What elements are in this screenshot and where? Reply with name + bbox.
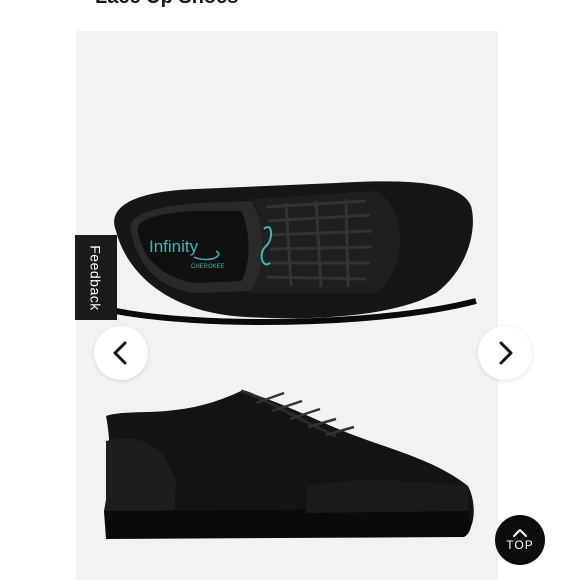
insole-brand-text: Infinity	[149, 237, 199, 256]
previous-image-button[interactable]	[94, 326, 148, 380]
scroll-to-top-label: TOP	[506, 538, 534, 552]
feedback-label: Feedback	[88, 244, 105, 311]
arrow-up-icon	[513, 529, 527, 537]
product-image: Infinity CHEROKEE	[104, 181, 477, 539]
chevron-right-icon	[499, 341, 513, 365]
next-image-button[interactable]	[478, 326, 532, 380]
scroll-to-top-button[interactable]: TOP	[495, 515, 545, 565]
feedback-tab[interactable]: Feedback	[75, 235, 117, 320]
svg-text:CHEROKEE: CHEROKEE	[191, 264, 225, 270]
product-image-gallery[interactable]: Infinity CHEROKEE	[76, 31, 498, 580]
page-title: Lace Up Shoes	[95, 0, 238, 9]
shoe-top-view: Infinity CHEROKEE	[114, 181, 477, 325]
shoe-side-view	[104, 389, 474, 539]
chevron-left-icon	[113, 341, 127, 365]
